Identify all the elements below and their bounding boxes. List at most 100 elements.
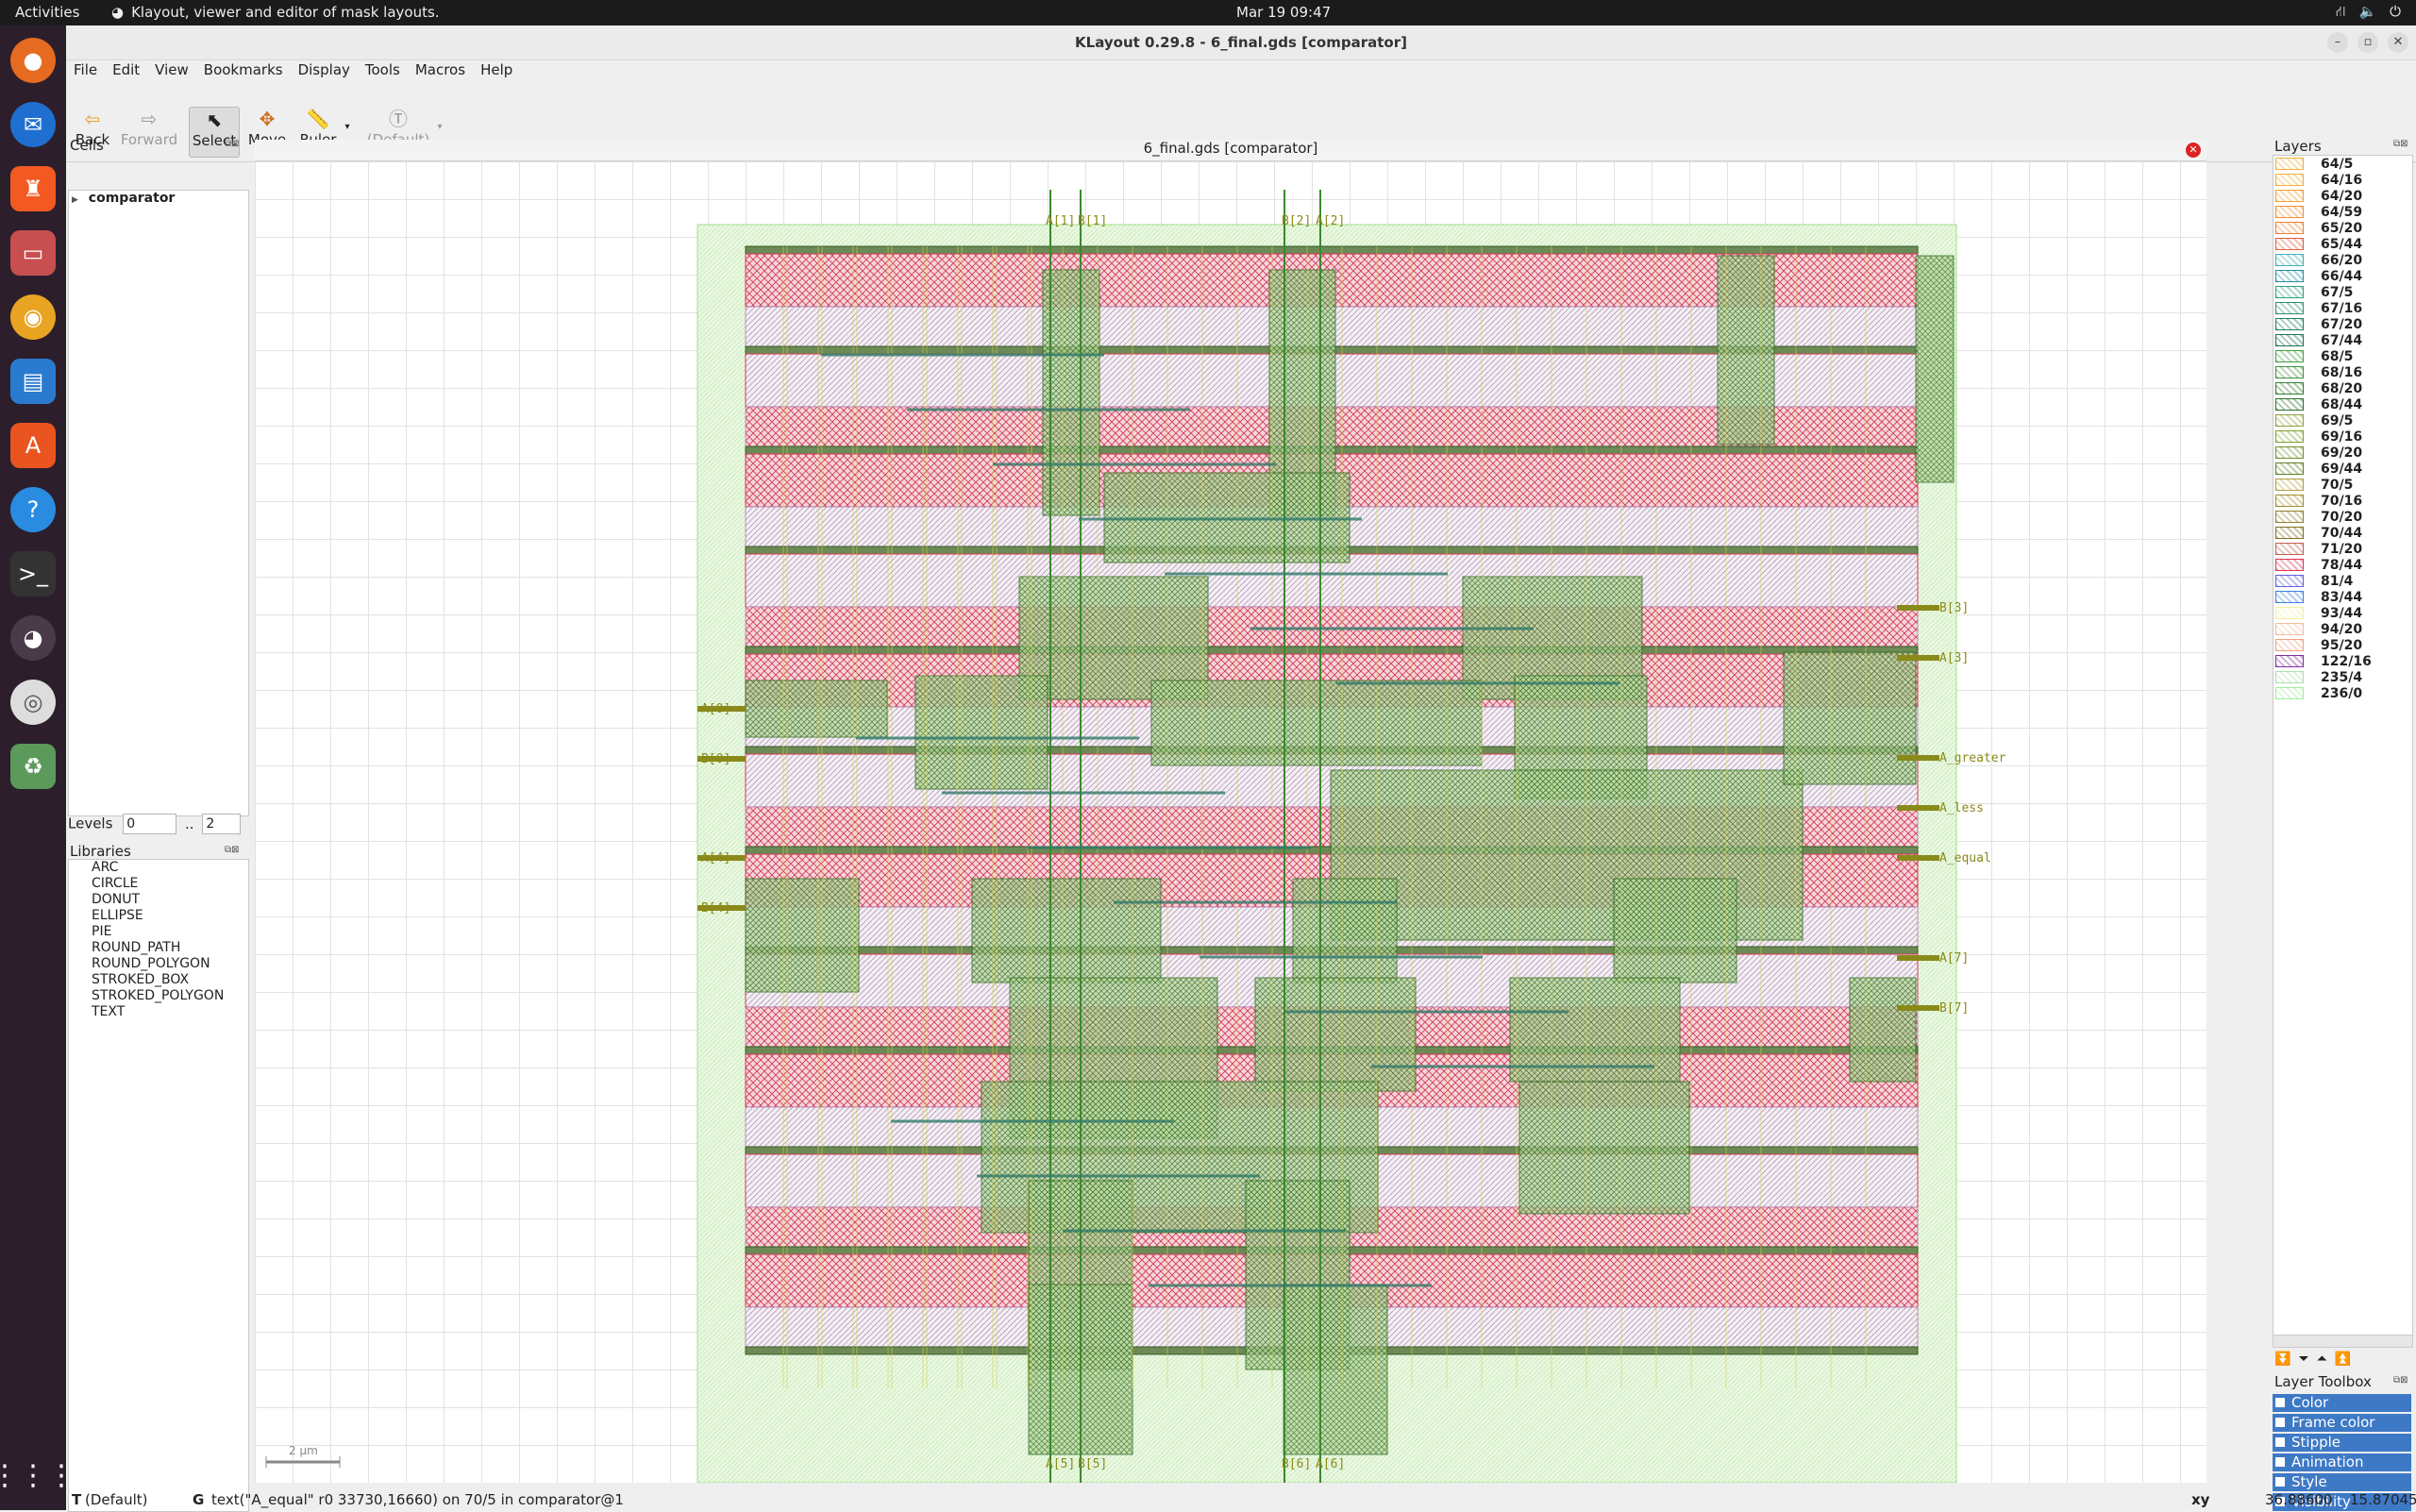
layer-row[interactable]: 68/20 xyxy=(2273,380,2412,396)
layout-view-tab[interactable]: 6_final.gds [comparator] ✕ xyxy=(255,140,2206,161)
pin-label-bottom[interactable]: A[5] xyxy=(1046,1457,1075,1471)
layer-row[interactable]: 235/4 xyxy=(2273,669,2412,685)
layer-row[interactable]: 67/20 xyxy=(2273,316,2412,332)
toolbox-animation[interactable]: Animation xyxy=(2273,1453,2411,1471)
pin-label-right[interactable]: A_equal xyxy=(1939,851,1991,865)
klayout-dock-icon[interactable]: ◕ xyxy=(10,615,56,661)
trash-icon[interactable]: ♻ xyxy=(10,744,56,789)
layer-row[interactable]: 70/5 xyxy=(2273,477,2412,493)
system-tray[interactable]: ⛙ 🔈 ⏻ xyxy=(2336,3,2401,22)
library-item[interactable]: ROUND_PATH xyxy=(69,940,248,956)
menu-view[interactable]: View xyxy=(147,59,196,80)
layers-scrollbar[interactable] xyxy=(2273,1335,2413,1348)
library-item[interactable]: TEXT xyxy=(69,1004,248,1020)
pin-label-left[interactable]: A[0] xyxy=(701,702,730,716)
layout-canvas[interactable]: A[1] B[1] B[2] A[2] A[5] B[5] B[6] A[6] … xyxy=(255,161,2206,1483)
layer-row[interactable]: 68/5 xyxy=(2273,348,2412,364)
firefox-icon[interactable]: ● xyxy=(10,38,56,83)
expand-arrow-icon[interactable]: ▶ xyxy=(72,195,78,205)
library-item[interactable]: ARC xyxy=(69,860,248,876)
library-item[interactable]: STROKED_POLYGON xyxy=(69,988,248,1004)
move-layer-up-icon[interactable]: ⏶ xyxy=(2317,1352,2335,1367)
layer-row[interactable]: 70/44 xyxy=(2273,525,2412,541)
disc-icon[interactable]: ◎ xyxy=(10,680,56,725)
move-layer-top-icon[interactable]: ⏫ xyxy=(2335,1352,2358,1367)
brave-icon[interactable]: ♜ xyxy=(10,166,56,211)
activities-button[interactable]: Activities xyxy=(15,4,79,21)
layers-panel-buttons[interactable]: ⧉⊠ xyxy=(2393,139,2408,149)
layer-row[interactable]: 67/16 xyxy=(2273,300,2412,316)
menu-tools[interactable]: Tools xyxy=(358,59,408,80)
layer-row[interactable]: 64/16 xyxy=(2273,172,2412,188)
levels-to-spinbox[interactable]: 2 xyxy=(202,814,242,834)
files-icon[interactable]: ▭ xyxy=(10,230,56,276)
pin-label-right[interactable]: B[7] xyxy=(1939,1001,1969,1016)
terminal-icon[interactable]: >_ xyxy=(10,551,56,596)
forward-button[interactable]: ⇨ Forward xyxy=(119,107,179,156)
cells-tree[interactable]: ▶ comparator xyxy=(68,190,249,816)
library-item[interactable]: ROUND_POLYGON xyxy=(69,956,248,972)
layer-row[interactable]: 93/44 xyxy=(2273,605,2412,621)
library-item[interactable]: ELLIPSE xyxy=(69,908,248,924)
cell-item-comparator[interactable]: ▶ comparator xyxy=(69,191,248,209)
layer-row[interactable]: 67/5 xyxy=(2273,284,2412,300)
layer-row[interactable]: 122/16 xyxy=(2273,653,2412,669)
minimize-icon[interactable]: – xyxy=(2327,32,2348,53)
menu-edit[interactable]: Edit xyxy=(105,59,147,80)
thunderbird-icon[interactable]: ✉ xyxy=(10,102,56,147)
layer-row[interactable]: 236/0 xyxy=(2273,685,2412,701)
move-layer-down-icon[interactable]: ⏷ xyxy=(2298,1352,2316,1367)
layer-row[interactable]: 69/5 xyxy=(2273,412,2412,428)
layer-row[interactable]: 78/44 xyxy=(2273,557,2412,573)
layer-row[interactable]: 69/16 xyxy=(2273,428,2412,445)
menu-display[interactable]: Display xyxy=(291,59,358,80)
layer-row[interactable]: 94/20 xyxy=(2273,621,2412,637)
select-button[interactable]: ⬉ Select xyxy=(189,107,240,158)
libraries-list[interactable]: ARC CIRCLE DONUT ELLIPSE PIE ROUND_PATH … xyxy=(68,859,249,1512)
layer-row[interactable]: 95/20 xyxy=(2273,637,2412,653)
layer-row[interactable]: 65/20 xyxy=(2273,220,2412,236)
show-apps-icon[interactable]: ⋮⋮⋮ xyxy=(0,1453,76,1498)
library-item[interactable]: CIRCLE xyxy=(69,876,248,892)
layers-list[interactable]: 64/5 64/16 64/20 64/59 65/20 65/44 66/20 66/44 6… xyxy=(2273,155,2413,1336)
library-item[interactable]: DONUT xyxy=(69,892,248,908)
layout-drawing[interactable]: A[1] B[1] B[2] A[2] A[5] B[5] B[6] A[6] … xyxy=(255,161,2206,1483)
pin-label-top[interactable]: A[2] xyxy=(1316,214,1345,228)
pin-label-top[interactable]: B[1] xyxy=(1078,214,1107,228)
pin-label-left[interactable]: B[4] xyxy=(701,901,730,916)
toolbox-frame-color[interactable]: Frame color xyxy=(2273,1414,2411,1432)
layer-row[interactable]: 64/59 xyxy=(2273,204,2412,220)
help-icon[interactable]: ? xyxy=(10,487,56,532)
library-item[interactable]: PIE xyxy=(69,924,248,940)
maximize-icon[interactable]: ▫ xyxy=(2357,32,2378,53)
pin-label-left[interactable]: B[0] xyxy=(701,752,730,766)
close-view-icon[interactable]: ✕ xyxy=(2186,143,2201,158)
move-layer-bottom-icon[interactable]: ⏬ xyxy=(2274,1352,2298,1367)
layer-row[interactable]: 69/20 xyxy=(2273,445,2412,461)
menu-file[interactable]: File xyxy=(66,59,105,80)
app-menu[interactable]: ◕ Klayout, viewer and editor of mask layo… xyxy=(111,4,440,21)
layer-toolbox-panel-buttons[interactable]: ⧉⊠ xyxy=(2393,1375,2408,1386)
pin-label-right[interactable]: A_less xyxy=(1939,801,1984,815)
layer-row[interactable]: 69/44 xyxy=(2273,461,2412,477)
pin-label-right[interactable]: A_greater xyxy=(1939,751,2006,765)
pin-label-bottom[interactable]: B[6] xyxy=(1282,1457,1311,1471)
levels-from-spinbox[interactable]: 0 xyxy=(123,814,177,834)
menu-macros[interactable]: Macros xyxy=(408,59,473,80)
writer-icon[interactable]: ▤ xyxy=(10,359,56,404)
clock[interactable]: Mar 19 09:47 xyxy=(1236,4,1331,21)
cells-panel-buttons[interactable]: ⧉⊠ xyxy=(225,139,240,149)
layer-row[interactable]: 83/44 xyxy=(2273,589,2412,605)
layer-row[interactable]: 65/44 xyxy=(2273,236,2412,252)
layer-row[interactable]: 70/20 xyxy=(2273,509,2412,525)
pin-label-bottom[interactable]: A[6] xyxy=(1316,1457,1345,1471)
libraries-panel-buttons[interactable]: ⧉⊠ xyxy=(225,845,240,855)
library-item[interactable]: STROKED_BOX xyxy=(69,972,248,988)
layer-row[interactable]: 64/5 xyxy=(2273,156,2412,172)
layer-row[interactable]: 64/20 xyxy=(2273,188,2412,204)
app-center-icon[interactable]: A xyxy=(10,423,56,468)
toolbox-color[interactable]: Color xyxy=(2273,1394,2411,1412)
layer-row[interactable]: 66/44 xyxy=(2273,268,2412,284)
pin-label-right[interactable]: B[3] xyxy=(1939,601,1969,615)
pin-label-top[interactable]: A[1] xyxy=(1046,214,1075,228)
